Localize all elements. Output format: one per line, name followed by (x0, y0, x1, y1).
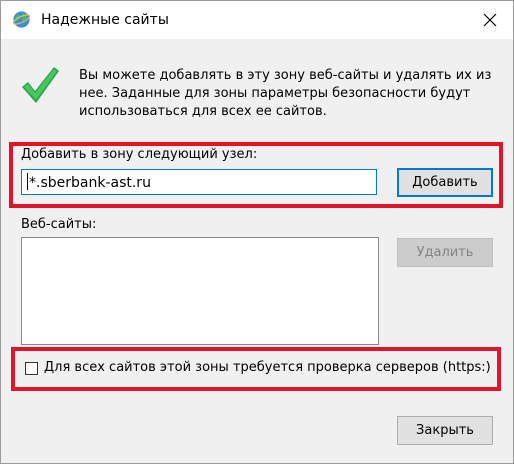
text-caret (27, 173, 28, 190)
close-window-button[interactable] (475, 7, 505, 33)
add-button[interactable]: Добавить (397, 168, 493, 197)
remove-button[interactable]: Удалить (397, 238, 493, 267)
info-text: Вы можете добавлять в эту зону веб-сайты… (79, 68, 492, 119)
add-button-label: Добавить (412, 175, 478, 190)
add-site-input-value: *.sberbank-ast.ru (29, 175, 151, 191)
title-bar: Надежные сайты (1, 1, 513, 39)
add-zone-label: Добавить в зону следующий узел: (21, 147, 258, 162)
websites-label: Веб-сайты: (21, 217, 97, 232)
websites-list[interactable] (21, 237, 379, 345)
remove-button-label: Удалить (416, 245, 474, 260)
close-button[interactable]: Закрыть (397, 416, 493, 445)
add-site-input[interactable]: *.sberbank-ast.ru (21, 169, 377, 195)
close-button-label: Закрыть (416, 423, 474, 438)
https-required-label[interactable]: Для всех сайтов этой зоны требуется пров… (44, 360, 491, 375)
https-required-checkbox[interactable] (25, 362, 38, 375)
checkmark-icon (22, 67, 59, 103)
trusted-sites-dialog: Надежные сайты Вы можете добавлять в эту… (0, 0, 514, 464)
globe-icon (12, 11, 31, 28)
window-title: Надежные сайты (41, 12, 169, 28)
close-icon (483, 13, 497, 27)
